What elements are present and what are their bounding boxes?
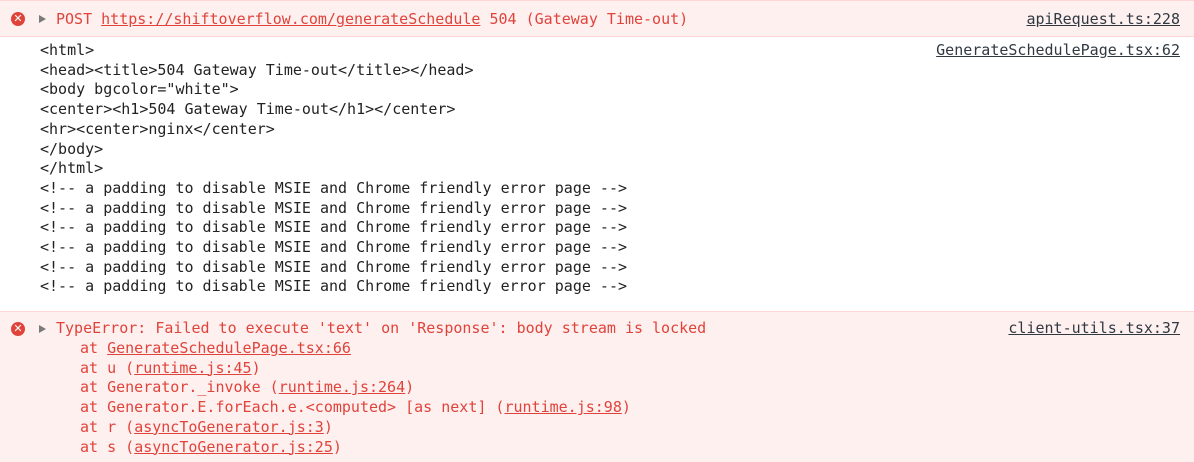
request-url-link[interactable]: https://shiftoverflow.com/generateSchedu…: [101, 10, 480, 28]
log-line: <body bgcolor="white">: [40, 80, 239, 99]
source-link-apirequest[interactable]: apiRequest.ts:228: [1026, 10, 1180, 30]
type-error-text: TypeError: Failed to execute 'text' on '…: [56, 319, 707, 337]
log-line: </html>: [40, 159, 104, 178]
stack-frame-suffix: ): [323, 417, 333, 436]
error-circle-icon: ✕: [11, 322, 25, 336]
stack-frame: at s (asyncToGenerator.js:25): [80, 438, 342, 458]
stack-frame-link[interactable]: runtime.js:98: [504, 398, 621, 416]
stack-frame-prefix: at Generator.E.forEach.e.<computed> [as …: [80, 398, 505, 417]
stack-frame: at GenerateSchedulePage.tsx:66: [80, 339, 351, 359]
expand-triangle-icon[interactable]: [39, 325, 46, 333]
stack-frame: at Generator.E.forEach.e.<computed> [as …: [80, 398, 631, 418]
log-line: <!-- a padding to disable MSIE and Chrom…: [40, 257, 627, 276]
expand-triangle-icon[interactable]: [39, 15, 46, 23]
stack-frame-link[interactable]: runtime.js:45: [134, 359, 251, 377]
stack-frame-suffix: ): [332, 437, 342, 456]
source-link-generateschedulepage[interactable]: GenerateSchedulePage.tsx:62: [936, 41, 1180, 61]
stack-frame-prefix: at r (: [80, 417, 135, 436]
stack-frame-link[interactable]: asyncToGenerator.js:25: [134, 438, 333, 456]
log-line: <!-- a padding to disable MSIE and Chrom…: [40, 277, 627, 296]
source-link-client-utils[interactable]: client-utils.tsx:37: [1008, 319, 1180, 339]
stack-frame-link[interactable]: GenerateSchedulePage.tsx:66: [107, 339, 351, 357]
log-line: <!-- a padding to disable MSIE and Chrom…: [40, 238, 627, 256]
stack-frame: at r (asyncToGenerator.js:3): [80, 418, 333, 438]
stack-frame-suffix: ): [405, 378, 415, 397]
stack-frame-link[interactable]: runtime.js:264: [279, 378, 405, 396]
network-error-message: ✕ POST https://shiftoverflow.com/generat…: [0, 0, 1194, 37]
network-error-text: POST https://shiftoverflow.com/generateS…: [56, 10, 688, 30]
stack-frame-prefix: at u (: [80, 358, 135, 377]
log-line: <!-- a padding to disable MSIE and Chrom…: [40, 218, 627, 237]
log-line: <html>: [40, 41, 95, 59]
error-circle-icon: ✕: [11, 12, 25, 26]
stack-frame-prefix: at Generator._invoke (: [80, 378, 279, 397]
log-line: <hr><center>nginx</center>: [40, 119, 275, 138]
stack-frame: at Generator._invoke (runtime.js:264): [80, 378, 414, 398]
console-log-message: GenerateSchedulePage.tsx:62 <html> <head>…: [0, 37, 1194, 311]
log-line: <!-- a padding to disable MSIE and Chrom…: [40, 178, 627, 197]
log-line: <head><title>504 Gateway Time-out</title…: [40, 60, 474, 79]
log-line: <!-- a padding to disable MSIE and Chrom…: [40, 198, 627, 217]
stack-frame-suffix: ): [621, 398, 631, 417]
type-error-message: ✕ TypeError: Failed to execute 'text' on…: [0, 311, 1194, 462]
stack-frame-suffix: ): [251, 358, 261, 377]
request-method: POST: [56, 10, 93, 28]
stack-frame: at u (runtime.js:45): [80, 359, 261, 379]
log-line: <center><h1>504 Gateway Time-out</h1></c…: [40, 100, 456, 119]
request-status: 504 (Gateway Time-out): [489, 10, 689, 28]
stack-frame-prefix: at: [80, 339, 108, 357]
stack-frame-prefix: at s (: [80, 437, 135, 456]
stack-frame-link[interactable]: asyncToGenerator.js:3: [134, 418, 324, 436]
log-line: </body>: [40, 139, 104, 158]
